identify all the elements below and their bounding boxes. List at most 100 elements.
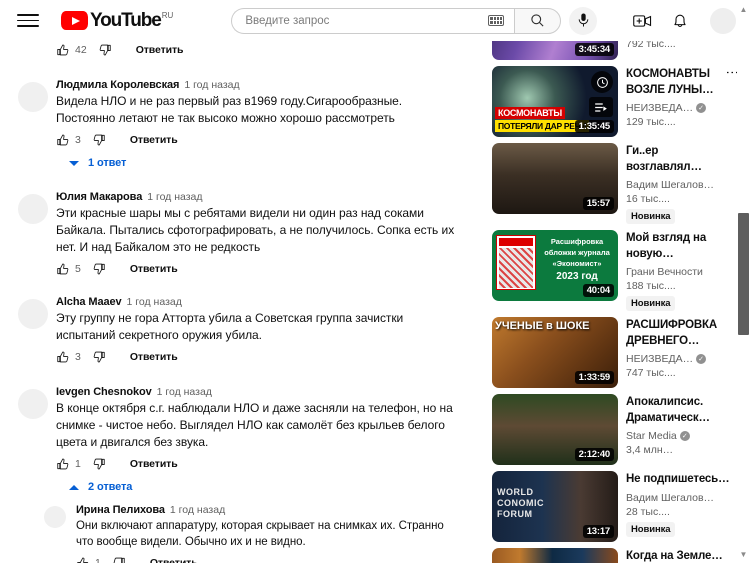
search-input[interactable] [245, 14, 489, 27]
comment-author[interactable]: Ievgen Chesnokov [56, 386, 152, 398]
add-to-queue-button[interactable] [589, 97, 613, 117]
keyboard-icon[interactable] [488, 15, 505, 26]
video-title[interactable]: Ги..ер возглавлял… [626, 144, 737, 175]
like-count: 3 [75, 351, 81, 363]
like-button[interactable]: 1 [76, 556, 101, 563]
like-button[interactable]: 3 [56, 133, 81, 147]
video-title[interactable]: Не подпишетесь… [626, 472, 737, 488]
video-channel[interactable]: Вадим Шегалов… [626, 179, 737, 191]
video-thumbnail[interactable]: УЧЕНЫЕ в ШОКЕ 1:33:59 [492, 317, 618, 388]
scroll-down-arrow[interactable]: ▼ [737, 547, 750, 561]
like-button[interactable]: 5 [56, 262, 81, 276]
dislike-button[interactable] [92, 457, 106, 471]
comment-author[interactable]: Юлия Макарова [56, 191, 142, 203]
comment-actions: 42 Ответить [56, 43, 463, 57]
comment-item: Людмила Королевская 1 год назад Видела Н… [0, 79, 487, 169]
reply-button[interactable]: Ответить [130, 458, 178, 470]
video-options-menu-icon[interactable]: ⋮ [725, 66, 737, 79]
reply-author[interactable]: Ирина Пелихова [76, 504, 165, 516]
video-card[interactable]: 2:12:40 Апокалипсис. Драматическ… Star M… [492, 394, 737, 465]
comment-text: В конце октября с.г. наблюдали НЛО и даж… [56, 401, 453, 449]
video-thumbnail[interactable]: Расшифровка обложки журнала «Экономист» 202… [492, 230, 618, 301]
video-thumbnail[interactable]: 15:57 [492, 143, 618, 214]
video-metadata: Апокалипсис. Драматическ… Star Media ✓ 3… [626, 394, 737, 465]
video-metadata: ⋮ КОСМОНАВТЫ ВОЗЛЕ ЛУНЫ… НЕИЗВЕДА… ✓ 129… [626, 66, 737, 137]
video-title[interactable]: Когда на Земле… [626, 549, 737, 563]
comment-item: Ievgen Chesnokov 1 год назад В конце окт… [0, 386, 487, 493]
video-title[interactable]: КОСМОНАВТЫ ВОЗЛЕ ЛУНЫ… [626, 67, 737, 98]
video-views: 16 тыс.... [626, 193, 670, 205]
dislike-button[interactable] [92, 350, 106, 364]
reply-button[interactable]: Ответить [150, 557, 198, 563]
scroll-up-arrow[interactable]: ▲ [737, 2, 750, 16]
video-card[interactable]: 15:57 Ги..ер возглавлял… Вадим Шегалов… … [492, 143, 737, 224]
like-button[interactable]: 1 [56, 457, 81, 471]
video-views: 129 тыс.... [626, 116, 676, 128]
like-button[interactable]: 3 [56, 350, 81, 364]
video-title[interactable]: РАСШИФРОВКА ДРЕВНЕГО… [626, 318, 737, 349]
video-duration: 13:17 [582, 525, 614, 538]
comment-timestamp: 1 год назад [156, 386, 212, 398]
like-button[interactable]: 42 [56, 43, 87, 57]
reply-button[interactable]: Ответить [130, 134, 178, 146]
hamburger-menu-icon[interactable] [17, 10, 39, 32]
avatar[interactable] [18, 82, 48, 112]
dislike-button[interactable] [112, 556, 126, 563]
video-title[interactable]: Мой взгляд на новую… [626, 231, 737, 262]
dislike-button[interactable] [98, 43, 112, 57]
reply-timestamp: 1 год назад [169, 504, 226, 516]
video-card[interactable]: WORLD CONOMIC FORUM 13:17 Не подпишетесь… … [492, 471, 737, 542]
video-channel[interactable]: Грани Вечности [626, 266, 737, 278]
youtube-logo[interactable]: YouTube RU [61, 11, 173, 30]
comment-actions: 3 Ответить [56, 133, 463, 147]
avatar[interactable] [710, 7, 736, 34]
reply-item: Ирина Пелихова 1 год назад Они включают … [34, 504, 487, 563]
page-scrollbar[interactable]: ▲ ▼ [737, 0, 750, 563]
reply-button[interactable]: Ответить [130, 263, 178, 275]
voice-search-button[interactable] [569, 6, 598, 35]
avatar[interactable] [18, 299, 48, 329]
video-channel[interactable]: НЕИЗВЕДА… ✓ [626, 102, 737, 114]
scrollbar-thumb[interactable] [738, 213, 749, 335]
video-channel[interactable]: Вадим Шегалов… [626, 492, 737, 504]
thumbs-up-icon [57, 458, 69, 470]
show-replies-toggle[interactable]: 1 ответ [69, 157, 463, 169]
video-channel[interactable]: НЕИЗВЕДА… ✓ [626, 353, 737, 365]
avatar[interactable] [18, 194, 48, 224]
video-views: 747 тыс.... [626, 367, 676, 379]
video-title[interactable]: Апокалипсис. Драматическ… [626, 395, 737, 426]
thumbs-down-icon [113, 557, 125, 563]
comment-author[interactable]: Людмила Королевская [56, 79, 179, 91]
dislike-button[interactable] [92, 262, 106, 276]
video-card[interactable]: УЧЕНЫЕ в ШОКЕ 1:33:59 РАСШИФРОВКА ДРЕВНЕ… [492, 317, 737, 388]
video-thumbnail[interactable]: КОГДА НА ЗЕМЛЕПРАВИЛИ БОГИ [492, 548, 618, 563]
thumbs-up-icon [77, 557, 89, 563]
comment-author[interactable]: Alcha Maaev [56, 296, 122, 308]
avatar[interactable] [18, 389, 48, 419]
search-button[interactable] [514, 7, 562, 34]
video-thumbnail[interactable]: КОСМОНАВТЫ ПОТЕРЯЛИ ДАР РЕЧИ 1:35:45 [492, 66, 618, 137]
reply-button[interactable]: Ответить [136, 44, 184, 56]
reply-button[interactable]: Ответить [130, 351, 178, 363]
dislike-button[interactable] [92, 133, 106, 147]
search-input-container[interactable] [231, 7, 515, 34]
video-channel[interactable]: Star Media ✓ [626, 430, 737, 442]
notifications-button[interactable] [672, 12, 688, 30]
video-thumbnail[interactable]: 2:12:40 [492, 394, 618, 465]
video-card[interactable]: Расшифровка обложки журнала «Экономист» 202… [492, 230, 737, 311]
hide-replies-toggle[interactable]: 2 ответа [69, 481, 463, 493]
create-video-button[interactable] [633, 13, 652, 29]
like-count: 1 [75, 458, 81, 470]
microphone-icon [578, 13, 589, 27]
comment-header: Людмила Королевская 1 год назад [56, 79, 463, 91]
video-thumbnail[interactable]: WORLD CONOMIC FORUM 13:17 [492, 471, 618, 542]
video-card[interactable]: КОГДА НА ЗЕМЛЕПРАВИЛИ БОГИ Когда на Земл… [492, 548, 737, 563]
chevron-up-icon [69, 484, 79, 490]
video-metadata: Ги..ер возглавлял… Вадим Шегалов… 16 тыс… [626, 143, 737, 224]
video-metadata: Не подпишетесь… Вадим Шегалов… 28 тыс...… [626, 471, 737, 542]
video-card[interactable]: КОСМОНАВТЫ ПОТЕРЯЛИ ДАР РЕЧИ 1:35:45 ⋮ К… [492, 66, 737, 137]
video-metadata: Мой взгляд на новую… Грани Вечности 188 … [626, 230, 737, 311]
avatar[interactable] [44, 506, 66, 528]
watch-later-button[interactable] [591, 71, 613, 93]
video-duration: 2:12:40 [574, 448, 614, 461]
